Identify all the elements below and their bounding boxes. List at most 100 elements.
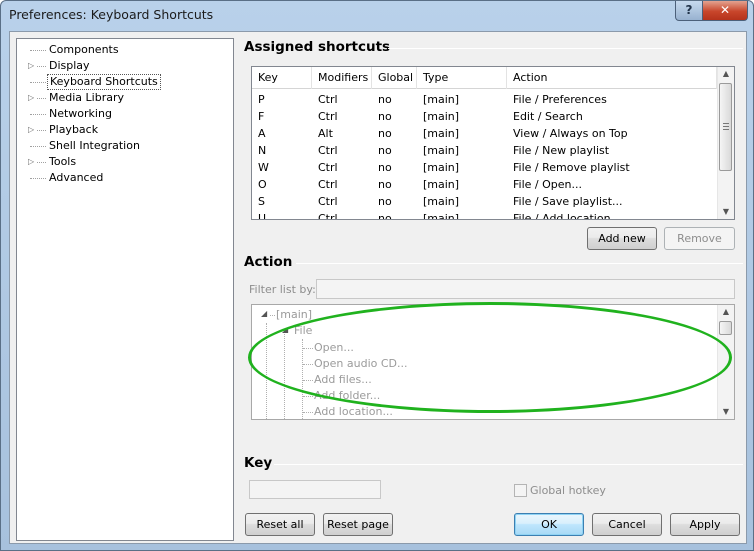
cancel-button[interactable]: Cancel xyxy=(592,513,662,536)
cell-key: U xyxy=(258,212,267,220)
cell-global: no xyxy=(378,212,392,220)
expand-arrow-icon[interactable]: ▷ xyxy=(28,122,36,138)
tree-connector xyxy=(284,331,285,419)
collapse-arrow-icon[interactable]: ◢ xyxy=(282,325,288,334)
cell-key: N xyxy=(258,144,267,157)
table-row[interactable]: A Alt no [main] View / Always on Top xyxy=(252,125,718,142)
cell-modifiers: Ctrl xyxy=(318,212,338,220)
window-title: Preferences: Keyboard Shortcuts xyxy=(9,7,214,22)
collapse-arrow-icon[interactable]: ◢ xyxy=(261,309,267,318)
cell-type: [main] xyxy=(423,127,460,140)
tree-item-label: Networking xyxy=(49,107,112,120)
tree-connector xyxy=(37,66,46,67)
scroll-down-arrow-icon[interactable]: ▼ xyxy=(718,205,734,219)
tree-item-label: Playback xyxy=(49,123,99,136)
tree-item-label: Shell Integration xyxy=(49,139,140,152)
scroll-up-arrow-icon[interactable]: ▲ xyxy=(718,67,734,81)
tree-connector xyxy=(303,412,313,413)
tree-connector xyxy=(37,130,46,131)
action-tree[interactable]: ◢ [main] ◢ File Open... Open audio CD...… xyxy=(251,304,735,420)
column-header-action[interactable]: Action xyxy=(507,67,717,89)
key-heading: Key xyxy=(244,455,273,471)
tree-connector xyxy=(30,146,46,147)
tree-connector xyxy=(270,315,275,316)
table-row[interactable]: W Ctrl no [main] File / Remove playlist xyxy=(252,159,718,176)
cell-global: no xyxy=(378,93,392,106)
tree-connector xyxy=(266,323,267,419)
action-tree-root[interactable]: [main] xyxy=(276,307,312,323)
cell-type: [main] xyxy=(423,93,460,106)
action-item-add-files[interactable]: Add files... xyxy=(314,372,372,388)
shortcuts-list[interactable]: Key Modifiers Global Type Action P Ctrl … xyxy=(251,66,735,220)
column-header-key[interactable]: Key xyxy=(252,67,312,89)
cell-key: W xyxy=(258,161,269,174)
tree-connector xyxy=(303,396,313,397)
reset-all-button[interactable]: Reset all xyxy=(245,513,315,536)
cell-action: Edit / Search xyxy=(513,110,583,123)
cell-action: File / Save playlist... xyxy=(513,195,623,208)
help-button[interactable]: ? xyxy=(675,1,703,21)
tree-item-label: Media Library xyxy=(49,91,124,104)
action-tree-group-file[interactable]: File xyxy=(294,323,312,339)
tree-item-label: Advanced xyxy=(49,171,104,184)
tree-connector xyxy=(30,82,46,83)
cell-modifiers: Ctrl xyxy=(318,144,338,157)
table-row[interactable]: P Ctrl no [main] File / Preferences xyxy=(252,91,718,108)
cell-action: View / Always on Top xyxy=(513,127,628,140)
table-row[interactable]: O Ctrl no [main] File / Open... xyxy=(252,176,718,193)
expand-arrow-icon[interactable]: ▷ xyxy=(28,154,36,170)
tree-item-label: Components xyxy=(49,43,119,56)
cell-key: A xyxy=(258,127,266,140)
table-row[interactable]: N Ctrl no [main] File / New playlist xyxy=(252,142,718,159)
table-row[interactable]: F Ctrl no [main] Edit / Search xyxy=(252,108,718,125)
tree-item-label: Display xyxy=(49,59,90,72)
tree-connector xyxy=(303,364,313,365)
action-item-add-folder[interactable]: Add folder... xyxy=(314,388,380,404)
cell-key: P xyxy=(258,93,265,106)
action-item-add-location[interactable]: Add location... xyxy=(314,404,393,419)
close-button[interactable]: ✕ xyxy=(702,1,748,21)
scrollbar-thumb[interactable] xyxy=(719,83,732,171)
column-header-global[interactable]: Global xyxy=(372,67,417,89)
cell-global: no xyxy=(378,178,392,191)
cell-modifiers: Ctrl xyxy=(318,178,338,191)
tree-connector xyxy=(303,348,313,349)
shortcuts-list-scrollbar[interactable]: ▲ ▼ xyxy=(717,67,734,219)
cell-modifiers: Ctrl xyxy=(318,93,338,106)
key-input[interactable] xyxy=(249,480,381,499)
column-header-modifiers[interactable]: Modifiers xyxy=(312,67,372,89)
expand-arrow-icon[interactable]: ▷ xyxy=(28,58,36,74)
tree-connector xyxy=(37,162,46,163)
ok-button[interactable]: OK xyxy=(514,513,584,536)
global-hotkey-label: Global hotkey xyxy=(530,484,606,497)
cell-type: [main] xyxy=(423,178,460,191)
column-header-type[interactable]: Type xyxy=(417,67,507,89)
action-item-open[interactable]: Open... xyxy=(314,340,354,356)
scroll-up-arrow-icon[interactable]: ▲ xyxy=(718,305,734,319)
cell-action: File / New playlist xyxy=(513,144,610,157)
tree-item-label: Tools xyxy=(49,155,77,168)
cell-modifiers: Ctrl xyxy=(318,110,338,123)
table-row[interactable]: S Ctrl no [main] File / Save playlist... xyxy=(252,193,718,210)
cell-type: [main] xyxy=(423,161,460,174)
scrollbar-thumb[interactable] xyxy=(719,321,732,335)
cell-type: [main] xyxy=(423,195,460,208)
cell-type: [main] xyxy=(423,212,460,220)
action-item-open-audio-cd[interactable]: Open audio CD... xyxy=(314,356,408,372)
remove-button[interactable]: Remove xyxy=(664,227,735,250)
filter-label: Filter list by: xyxy=(249,283,316,296)
global-hotkey-checkbox[interactable] xyxy=(514,484,527,497)
expand-arrow-icon[interactable]: ▷ xyxy=(28,90,36,106)
cell-key: O xyxy=(258,178,267,191)
apply-button[interactable]: Apply xyxy=(670,513,740,536)
title-bar[interactable]: Preferences: Keyboard Shortcuts ? ✕ xyxy=(1,1,753,29)
table-row[interactable]: U Ctrl no [main] File / Add location... xyxy=(252,210,718,220)
tree-connector xyxy=(30,50,46,51)
filter-input[interactable] xyxy=(316,279,735,299)
grip-line xyxy=(723,123,729,124)
add-new-button[interactable]: Add new xyxy=(587,227,657,250)
action-tree-scrollbar[interactable]: ▲ ▼ xyxy=(717,305,734,419)
scroll-down-arrow-icon[interactable]: ▼ xyxy=(718,405,734,419)
preferences-tree[interactable]: Components ▷ Display Keyboard Shortcuts … xyxy=(16,38,234,541)
reset-page-button[interactable]: Reset page xyxy=(323,513,393,536)
